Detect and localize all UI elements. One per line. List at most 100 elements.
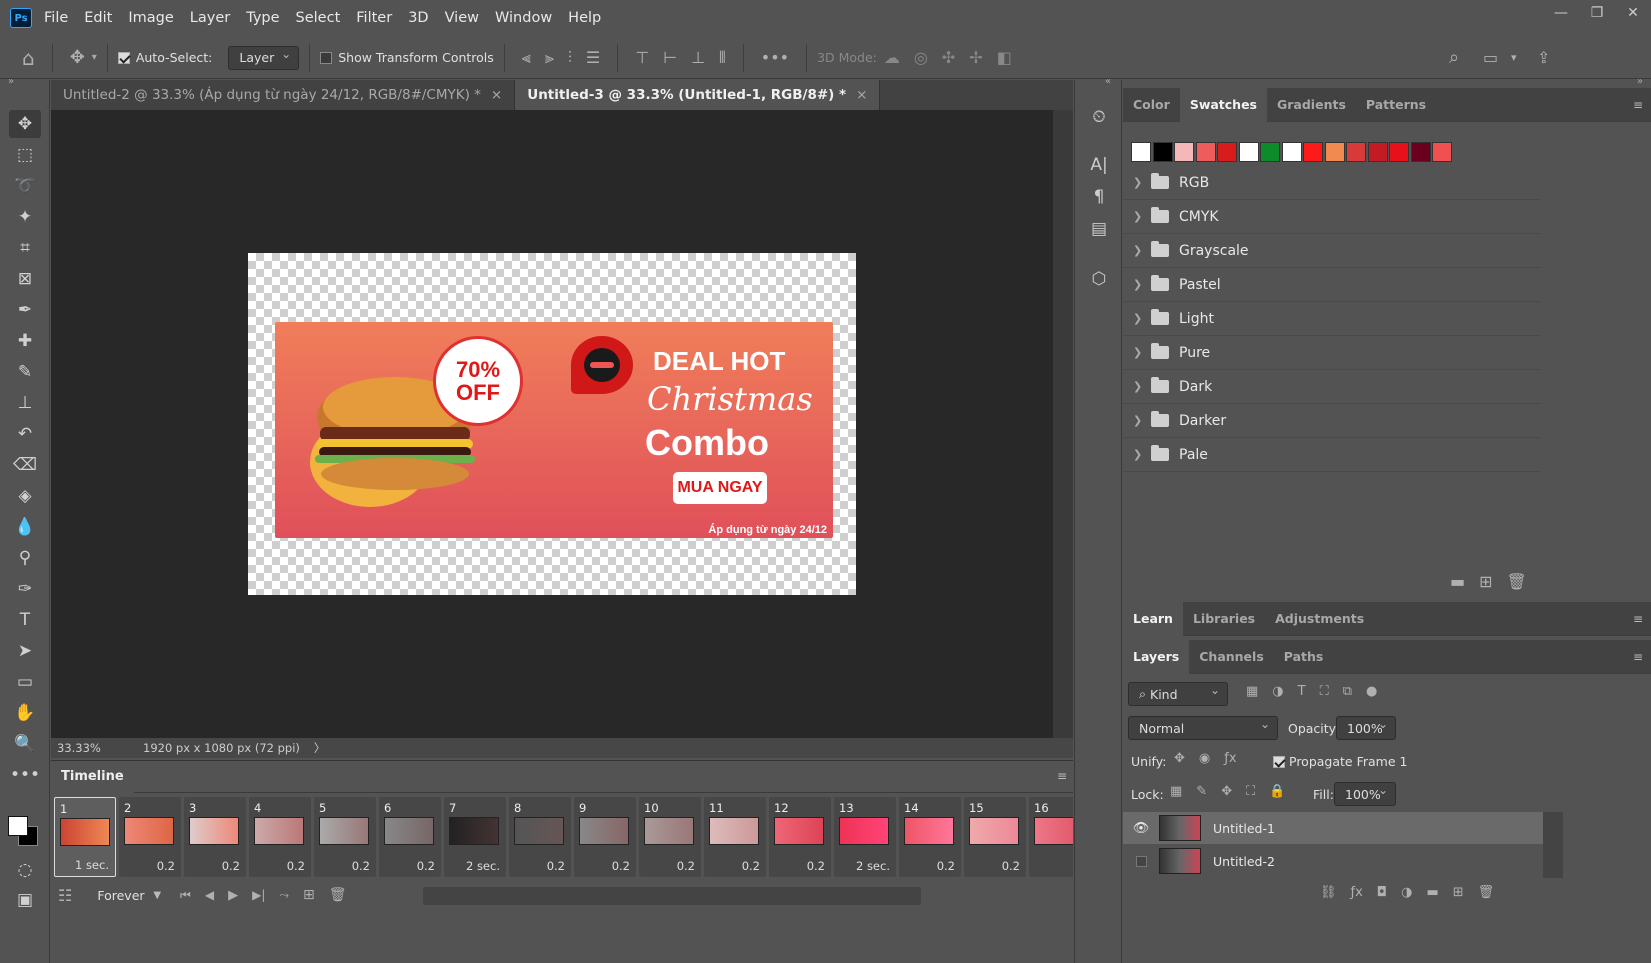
animation-frame[interactable]: 11 0.2 [704, 797, 766, 877]
menu-3d[interactable]: 3D [408, 10, 428, 26]
timeline-scrollbar[interactable] [423, 887, 921, 905]
canvas-scrollbar[interactable] [1053, 110, 1073, 738]
show-transform-checkbox[interactable] [320, 51, 333, 64]
animation-frame[interactable]: 3 0.2 [184, 797, 246, 877]
new-swatch-icon[interactable]: ⊞ [1479, 572, 1492, 591]
animation-frame[interactable]: 12 0.2 [769, 797, 831, 877]
color-swatch[interactable] [1346, 142, 1366, 162]
menu-type[interactable]: Type [246, 10, 279, 26]
tab-libraries[interactable]: Libraries [1183, 602, 1265, 636]
eyedropper-tool-icon[interactable]: ✒ [9, 296, 41, 324]
color-swatch[interactable] [1217, 142, 1237, 162]
swatch-group-dark[interactable]: ❯ Dark [1123, 370, 1541, 404]
align-right-icon[interactable]: ⫶ [568, 48, 572, 68]
fill-input[interactable]: 100% [1334, 782, 1396, 806]
lock-pixels-icon[interactable]: ✎ [1196, 784, 1207, 799]
align-left-icon[interactable]: ⫷ [522, 48, 531, 68]
frame-delay[interactable]: 0.2 [807, 859, 825, 873]
chevron-right-icon[interactable]: ❯ [1133, 312, 1147, 325]
tab-patterns[interactable]: Patterns [1356, 88, 1436, 122]
menu-window[interactable]: Window [495, 10, 552, 26]
tween-icon[interactable]: ⤳ [279, 888, 289, 903]
menu-layer[interactable]: Layer [190, 10, 230, 26]
frame-delay[interactable]: 0.2 [157, 859, 175, 873]
color-swatch[interactable] [1195, 142, 1216, 162]
animation-frame[interactable]: 6 0.2 [379, 797, 441, 877]
frame-delay[interactable]: 0.2 [742, 859, 760, 873]
3d-roll-icon[interactable]: ◎ [914, 48, 928, 67]
swatch-group-rgb[interactable]: ❯ RGB [1123, 166, 1541, 200]
animation-frame[interactable]: 7 2 sec. [444, 797, 506, 877]
frame-delay[interactable]: 0.2 [417, 859, 435, 873]
tab-layers[interactable]: Layers [1123, 639, 1190, 674]
chevron-down-icon[interactable]: ▾ [1511, 51, 1517, 64]
align-middle-icon[interactable]: ⊢ [663, 48, 677, 67]
quick-mask-icon[interactable]: ◌ [9, 856, 41, 884]
blend-mode-dropdown[interactable]: Normal [1128, 716, 1278, 740]
expand-icon[interactable]: » [8, 76, 14, 87]
animation-frame[interactable]: 15 0.2 [964, 797, 1026, 877]
layer-style-icon[interactable]: ƒx [1351, 885, 1363, 900]
auto-select-checkbox[interactable] [117, 51, 130, 64]
screen-mode-icon[interactable]: ▣ [9, 886, 41, 914]
filter-toggle-icon[interactable]: ● [1366, 684, 1377, 699]
trash-icon[interactable]: 🗑 [1478, 885, 1495, 900]
3d-scale-icon[interactable]: ◧ [997, 48, 1012, 67]
tab-timeline[interactable]: Timeline [51, 760, 134, 793]
color-swatch[interactable] [1389, 142, 1409, 162]
animation-frame[interactable]: 13 2 sec. [834, 797, 896, 877]
swatch-group-pure[interactable]: ❯ Pure [1123, 336, 1541, 370]
layers-scrollbar[interactable] [1543, 812, 1563, 878]
new-group-icon[interactable]: ▬ [1426, 885, 1438, 900]
menu-filter[interactable]: Filter [356, 10, 392, 26]
menu-help[interactable]: Help [568, 10, 601, 26]
unify-position-icon[interactable]: ✥ [1174, 751, 1185, 766]
link-layers-icon[interactable]: ⛓ [1320, 885, 1337, 900]
share-icon[interactable]: ⇪ [1537, 48, 1550, 67]
frame-delay[interactable]: 2 sec. [466, 859, 500, 873]
image-filter-icon[interactable]: ▦ [1246, 684, 1258, 699]
propagate-frame-checkbox[interactable] [1273, 756, 1285, 768]
tab-paths[interactable]: Paths [1274, 640, 1334, 674]
history-brush-tool-icon[interactable]: ↶ [9, 420, 41, 448]
close-icon[interactable]: × [491, 87, 502, 103]
3d-slide-icon[interactable]: ✢ [969, 48, 982, 67]
lock-artboard-icon[interactable]: ⛶ [1246, 784, 1255, 799]
animation-frame[interactable]: 8 0.2 [509, 797, 571, 877]
chevron-right-icon[interactable]: 〉 [314, 740, 326, 756]
stamp-tool-icon[interactable]: ⊥ [9, 389, 41, 417]
new-frame-icon[interactable]: ⊞ [303, 887, 315, 903]
type-filter-icon[interactable]: T [1298, 684, 1306, 699]
foreground-color-swatch[interactable] [8, 816, 28, 836]
menu-view[interactable]: View [445, 10, 479, 26]
frame-delay[interactable]: 0.2 [352, 859, 370, 873]
layer-row[interactable]: Untitled-2 [1123, 845, 1543, 877]
color-swatch[interactable] [1260, 142, 1280, 162]
rectangle-tool-icon[interactable]: ▭ [9, 668, 41, 696]
animation-frame[interactable]: 9 0.2 [574, 797, 636, 877]
crop-tool-icon[interactable]: ⌗ [9, 234, 41, 262]
frame-delay[interactable]: 0.2 [612, 859, 630, 873]
document-canvas[interactable]: 70% OFF DEAL HOT Christmas Combo MUA NGA… [248, 253, 856, 595]
animation-frame[interactable]: 5 0.2 [314, 797, 376, 877]
new-group-icon[interactable]: ▬ [1450, 572, 1465, 591]
animation-frame[interactable]: 4 0.2 [249, 797, 311, 877]
marquee-tool-icon[interactable]: ⬚ [9, 141, 41, 169]
first-frame-icon[interactable]: ⏮ [180, 888, 191, 903]
frame-tool-icon[interactable]: ⊠ [9, 265, 41, 293]
color-swatch[interactable] [1303, 142, 1323, 162]
color-swatch[interactable] [1432, 142, 1452, 162]
zoom-tool-icon[interactable]: 🔍 [9, 730, 41, 758]
frame-delay[interactable]: 0.2 [222, 859, 240, 873]
eraser-tool-icon[interactable]: ⌫ [9, 451, 41, 479]
panel-menu-icon[interactable]: ≡ [1633, 98, 1643, 112]
animation-frame[interactable]: 14 0.2 [899, 797, 961, 877]
panel-menu-icon[interactable]: ≡ [1633, 650, 1643, 664]
menu-file[interactable]: File [44, 10, 68, 26]
tab-color[interactable]: Color [1123, 88, 1180, 122]
properties-panel-icon[interactable]: ▤ [1085, 216, 1113, 242]
frame-delay[interactable]: 0.2 [1002, 859, 1020, 873]
adjustment-layer-icon[interactable]: ◑ [1401, 885, 1412, 900]
unify-visibility-icon[interactable]: ◉ [1199, 751, 1210, 766]
frame-delay[interactable]: 0.2 [287, 859, 305, 873]
